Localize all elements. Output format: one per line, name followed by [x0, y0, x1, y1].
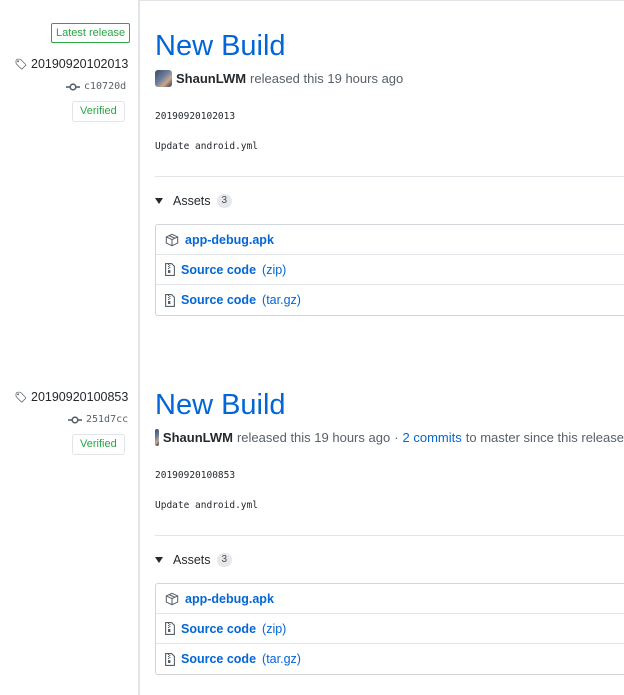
tag-icon	[14, 391, 27, 404]
asset-name-link[interactable]: Source code	[181, 622, 256, 636]
assets-count: 3	[216, 553, 233, 567]
git-commit-icon	[66, 82, 80, 92]
avatar[interactable]	[155, 70, 172, 87]
release-tag-name: 20190920100853	[31, 390, 129, 404]
release-time: released this 19 hours ago	[250, 71, 404, 86]
asset-row[interactable]: Source code (zip)	[156, 255, 624, 285]
release-body-line: Update android.yml	[155, 141, 258, 152]
file-zip-icon	[165, 622, 175, 635]
file-zip-icon	[165, 293, 175, 307]
release-body-line: Update android.yml	[155, 500, 258, 511]
release-tag-link[interactable]: 20190920100853	[14, 390, 128, 404]
commit-sha: 251d7cc	[86, 414, 129, 425]
assets-label: Assets	[173, 553, 211, 567]
asset-ext[interactable]: (tar.gz)	[262, 293, 301, 307]
file-zip-icon	[165, 263, 175, 276]
latest-release-badge: Latest release	[51, 23, 131, 43]
asset-row[interactable]: app-debug.apk	[156, 225, 624, 255]
asset-name-link[interactable]: Source code	[181, 652, 256, 666]
verified-badge[interactable]: Verified	[72, 101, 125, 122]
package-icon	[165, 233, 179, 247]
asset-row[interactable]: app-debug.apk	[156, 584, 624, 614]
release-tag-name: 20190920102013	[31, 57, 129, 71]
asset-row[interactable]: Source code (tar.gz)	[156, 285, 624, 315]
section-divider	[155, 176, 624, 177]
triangle-down-icon	[155, 198, 163, 204]
asset-name-link[interactable]: Source code	[181, 293, 256, 307]
asset-row[interactable]: Source code (tar.gz)	[156, 644, 624, 674]
package-icon	[165, 592, 179, 606]
release-time: released this 19 hours ago	[236, 430, 391, 445]
avatar[interactable]	[155, 429, 159, 446]
tag-icon	[14, 58, 27, 71]
release-title-link[interactable]: New Build	[155, 388, 624, 422]
asset-name-link[interactable]: app-debug.apk	[185, 233, 274, 247]
assets-list: app-debug.apk Source code (zip) Source c…	[155, 224, 624, 316]
verified-badge[interactable]: Verified	[72, 434, 125, 455]
assets-toggle[interactable]: Assets 3	[155, 553, 624, 567]
separator-dot: ·	[394, 430, 399, 445]
asset-ext[interactable]: (zip)	[262, 263, 286, 277]
assets-count: 3	[216, 194, 233, 208]
release-body-line: 20190920102013	[155, 111, 236, 122]
releases-page: Latest release 20190920102013 c10720d Ve…	[0, 0, 624, 695]
git-commit-icon	[68, 415, 82, 425]
section-divider	[155, 535, 624, 536]
commits-since-link[interactable]: 2 commits	[403, 430, 462, 445]
author-link[interactable]: ShaunLWM	[163, 430, 233, 445]
asset-row[interactable]: Source code (zip)	[156, 614, 624, 644]
commit-sha: c10720d	[84, 81, 127, 92]
assets-label: Assets	[173, 194, 211, 208]
release-entry: New Build ShaunLWM released this 19 hour…	[155, 29, 624, 316]
author-link[interactable]: ShaunLWM	[176, 71, 246, 86]
assets-toggle[interactable]: Assets 3	[155, 194, 624, 208]
release-commit-link[interactable]: 251d7cc	[68, 414, 128, 425]
commits-since-text: to master since this release	[465, 430, 624, 445]
timeline-divider	[138, 0, 140, 695]
asset-name-link[interactable]: Source code	[181, 263, 256, 277]
release-commit-link[interactable]: c10720d	[66, 81, 126, 92]
triangle-down-icon	[155, 557, 163, 563]
release-byline: ShaunLWM released this 19 hours ago · 2 …	[155, 429, 624, 446]
release-byline: ShaunLWM released this 19 hours ago	[155, 70, 624, 87]
top-divider	[140, 0, 624, 1]
asset-name-link[interactable]: app-debug.apk	[185, 592, 274, 606]
release-title-link[interactable]: New Build	[155, 29, 624, 63]
file-zip-icon	[165, 652, 175, 666]
release-tag-link[interactable]: 20190920102013	[14, 57, 128, 71]
asset-ext[interactable]: (zip)	[262, 622, 286, 636]
asset-ext[interactable]: (tar.gz)	[262, 652, 301, 666]
release-body-line: 20190920100853	[155, 470, 236, 481]
assets-list: app-debug.apk Source code (zip) Source c…	[155, 583, 624, 675]
release-entry: New Build ShaunLWM released this 19 hour…	[155, 388, 624, 675]
